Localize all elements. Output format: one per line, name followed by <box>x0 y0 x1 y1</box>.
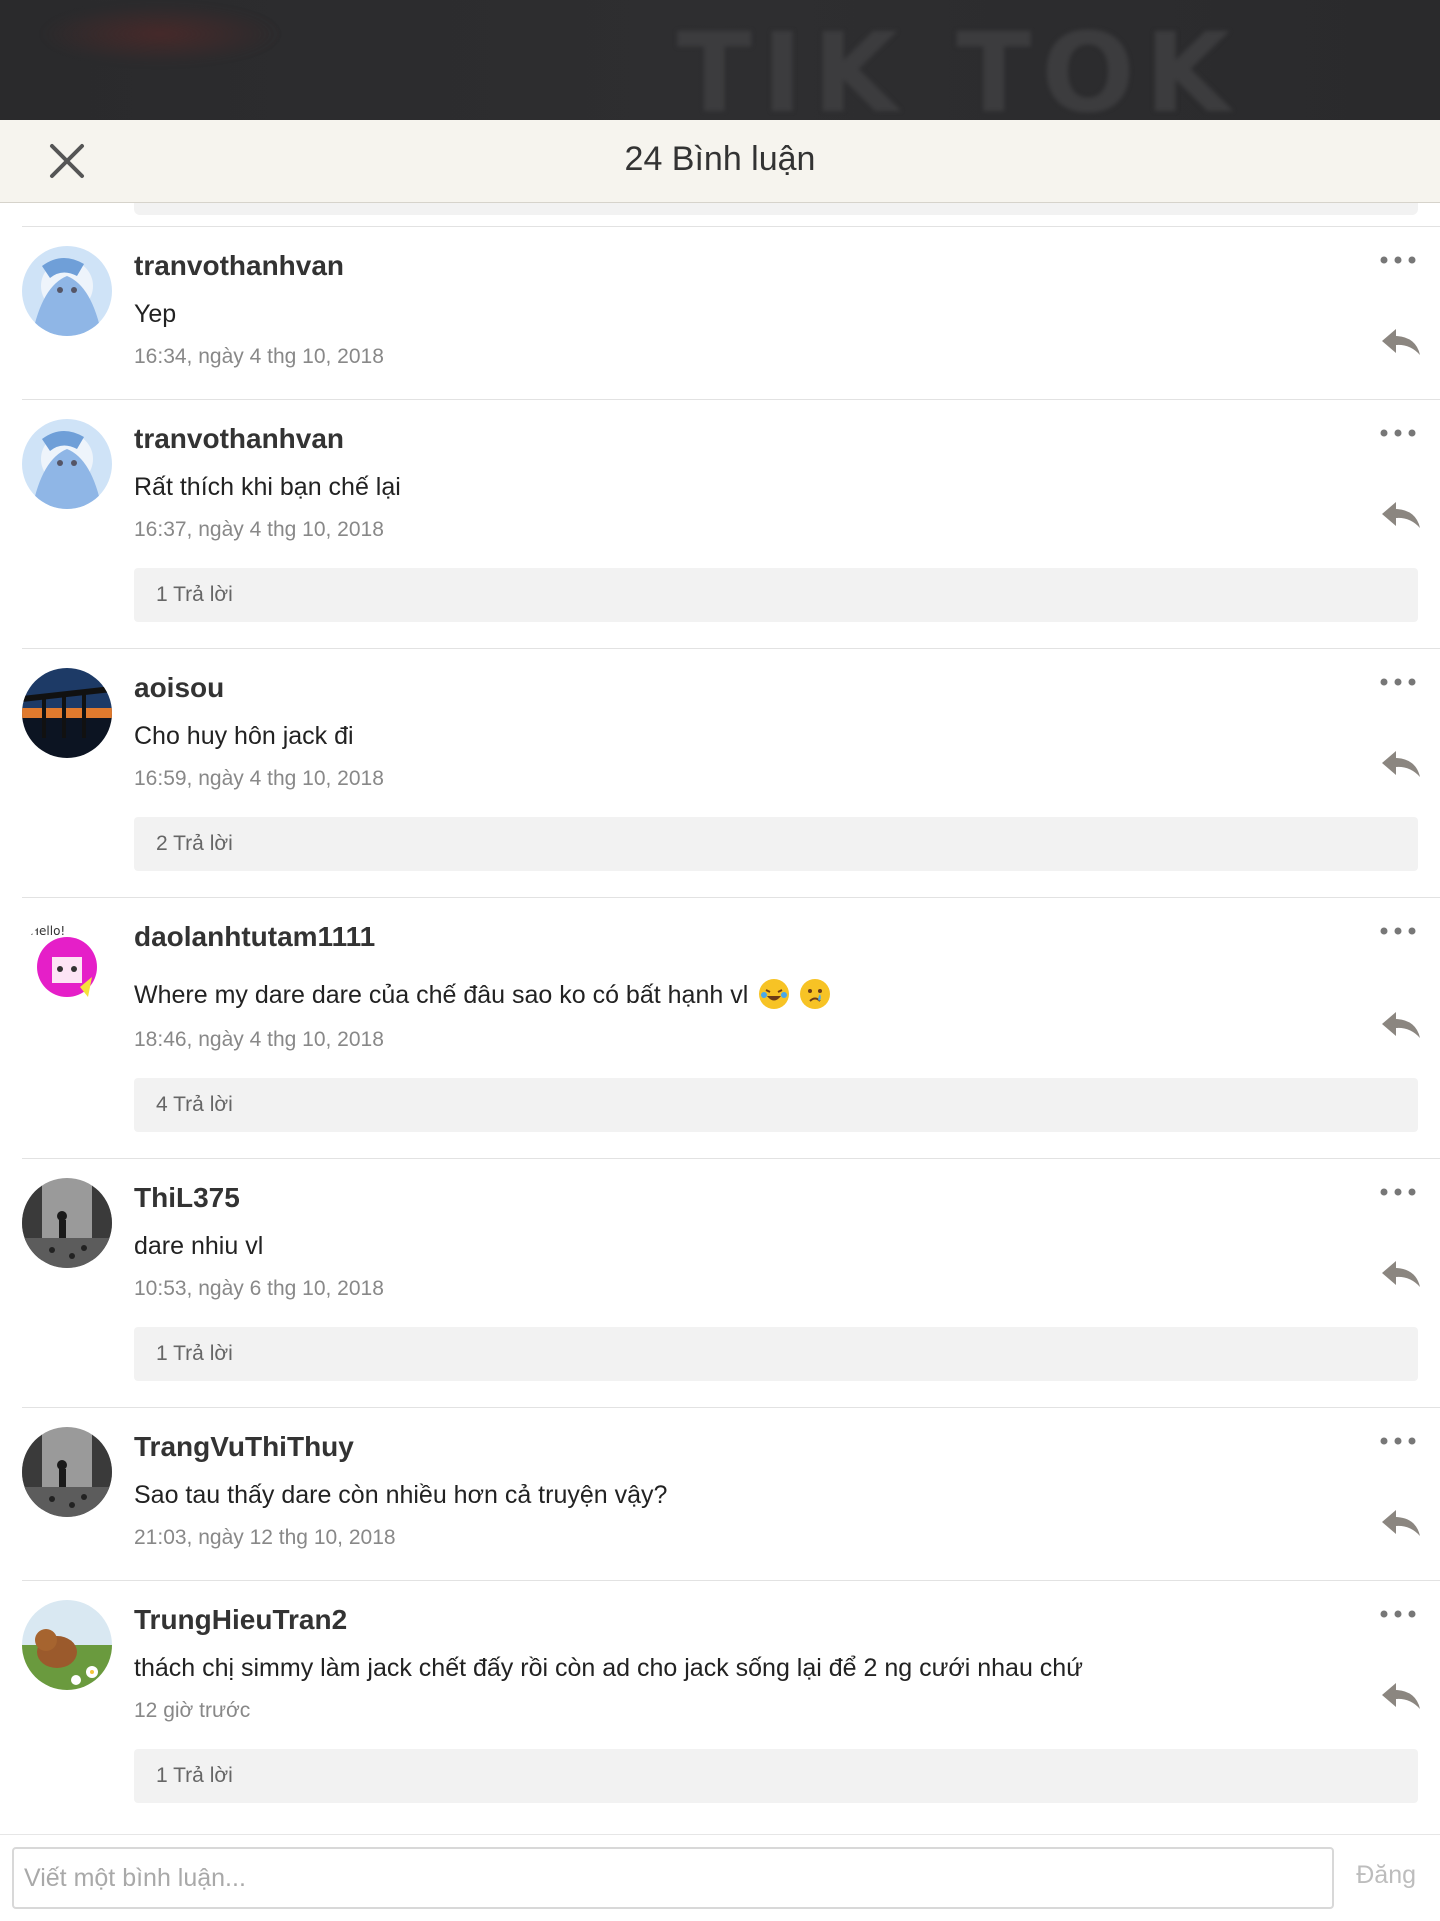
username[interactable]: tranvothanhvan <box>134 422 344 456</box>
reply-arrow-icon[interactable] <box>1380 1681 1422 1711</box>
timestamp: 16:34, ngày 4 thg 10, 2018 <box>134 345 384 368</box>
comment-item: tranvothanhvan Yep 16:34, ngày 4 thg 10,… <box>0 227 1440 399</box>
view-replies-button[interactable]: 4 Trả lời <box>134 1078 1418 1132</box>
timestamp: 16:37, ngày 4 thg 10, 2018 <box>134 518 384 541</box>
timestamp: 16:59, ngày 4 thg 10, 2018 <box>134 767 384 790</box>
more-options-icon[interactable] <box>1378 1185 1418 1199</box>
reply-arrow-icon[interactable] <box>1380 1508 1422 1538</box>
avatar[interactable] <box>22 668 112 758</box>
more-options-icon[interactable] <box>1378 1434 1418 1448</box>
comment-item: aoisou Cho huy hôn jack đi 16:59, ngày 4… <box>0 649 1440 897</box>
laughing-crying-emoji-icon <box>759 979 790 1009</box>
comment-text: dare nhiu vl <box>134 1232 264 1260</box>
reply-arrow-icon[interactable] <box>1380 749 1422 779</box>
avatar[interactable] <box>22 1600 112 1690</box>
avatar[interactable]: Hello! <box>22 917 112 1007</box>
comment-text: Where my dare dare của chế đâu sao ko có… <box>134 978 831 1012</box>
more-options-icon[interactable] <box>1378 1607 1418 1621</box>
reply-arrow-icon[interactable] <box>1380 327 1422 357</box>
username[interactable]: TrangVuThiThuy <box>134 1430 354 1464</box>
comments-header: 24 Bình luận <box>0 120 1440 203</box>
comment-text: Rất thích khi bạn chế lại <box>134 473 401 501</box>
comment-item: Hello! daolanhtutam1111 Where my dare da… <box>0 898 1440 1158</box>
timestamp: 18:46, ngày 4 thg 10, 2018 <box>134 1028 384 1051</box>
timestamp: 10:53, ngày 6 thg 10, 2018 <box>134 1277 384 1300</box>
video-backdrop: TIK TOK <box>0 0 1440 120</box>
comment-text: Yep <box>134 300 177 328</box>
comment-composer: Đăng <box>0 1834 1440 1921</box>
page-title: 24 Bình luận <box>624 140 816 178</box>
view-replies-button[interactable]: 1 Trả lời <box>134 1327 1418 1381</box>
backdrop-watermark: TIK TOK <box>676 9 1240 120</box>
reply-arrow-icon[interactable] <box>1380 500 1422 530</box>
view-replies-button[interactable]: 2 Trả lời <box>134 817 1418 871</box>
avatar[interactable] <box>22 419 112 509</box>
timestamp: 21:03, ngày 12 thg 10, 2018 <box>134 1526 396 1549</box>
comment-item: tranvothanhvan Rất thích khi bạn chế lại… <box>0 400 1440 648</box>
timestamp: 12 giờ trước <box>134 1699 251 1722</box>
comment-text: thách chị simmy làm jack chết đấy rồi cò… <box>134 1654 1083 1682</box>
post-button[interactable]: Đăng <box>1356 1861 1416 1890</box>
comment-item: ThiL375 dare nhiu vl 10:53, ngày 6 thg 1… <box>0 1159 1440 1407</box>
view-replies-button[interactable]: 1 Trả lời <box>134 568 1418 622</box>
avatar[interactable] <box>22 1178 112 1268</box>
username[interactable]: daolanhtutam1111 <box>134 920 375 954</box>
view-replies-button[interactable]: 1 Trả lời <box>134 1749 1418 1803</box>
comment-list[interactable]: tranvothanhvan Yep 16:34, ngày 4 thg 10,… <box>0 203 1440 1829</box>
comment-text: Sao tau thấy dare còn nhiều hơn cả truyệ… <box>134 1481 668 1509</box>
more-options-icon[interactable] <box>1378 253 1418 267</box>
reply-arrow-icon[interactable] <box>1380 1259 1422 1289</box>
previous-replies-bar <box>134 203 1418 215</box>
comment-input[interactable] <box>12 1847 1334 1909</box>
comment-item: TrangVuThiThuy Sao tau thấy dare còn nhi… <box>0 1408 1440 1580</box>
reply-arrow-icon[interactable] <box>1380 1010 1422 1040</box>
backdrop-smear <box>40 4 280 64</box>
username[interactable]: aoisou <box>134 671 224 705</box>
username[interactable]: TrungHieuTran2 <box>134 1603 347 1637</box>
svg-text:Hello!: Hello! <box>30 924 65 938</box>
username[interactable]: ThiL375 <box>134 1181 240 1215</box>
comment-item: TrungHieuTran2 thách chị simmy làm jack … <box>0 1581 1440 1829</box>
more-options-icon[interactable] <box>1378 675 1418 689</box>
more-options-icon[interactable] <box>1378 924 1418 938</box>
avatar[interactable] <box>22 246 112 336</box>
crying-emoji-icon <box>800 979 831 1009</box>
avatar[interactable] <box>22 1427 112 1517</box>
more-options-icon[interactable] <box>1378 426 1418 440</box>
comment-text: Cho huy hôn jack đi <box>134 722 354 750</box>
username[interactable]: tranvothanhvan <box>134 249 344 283</box>
